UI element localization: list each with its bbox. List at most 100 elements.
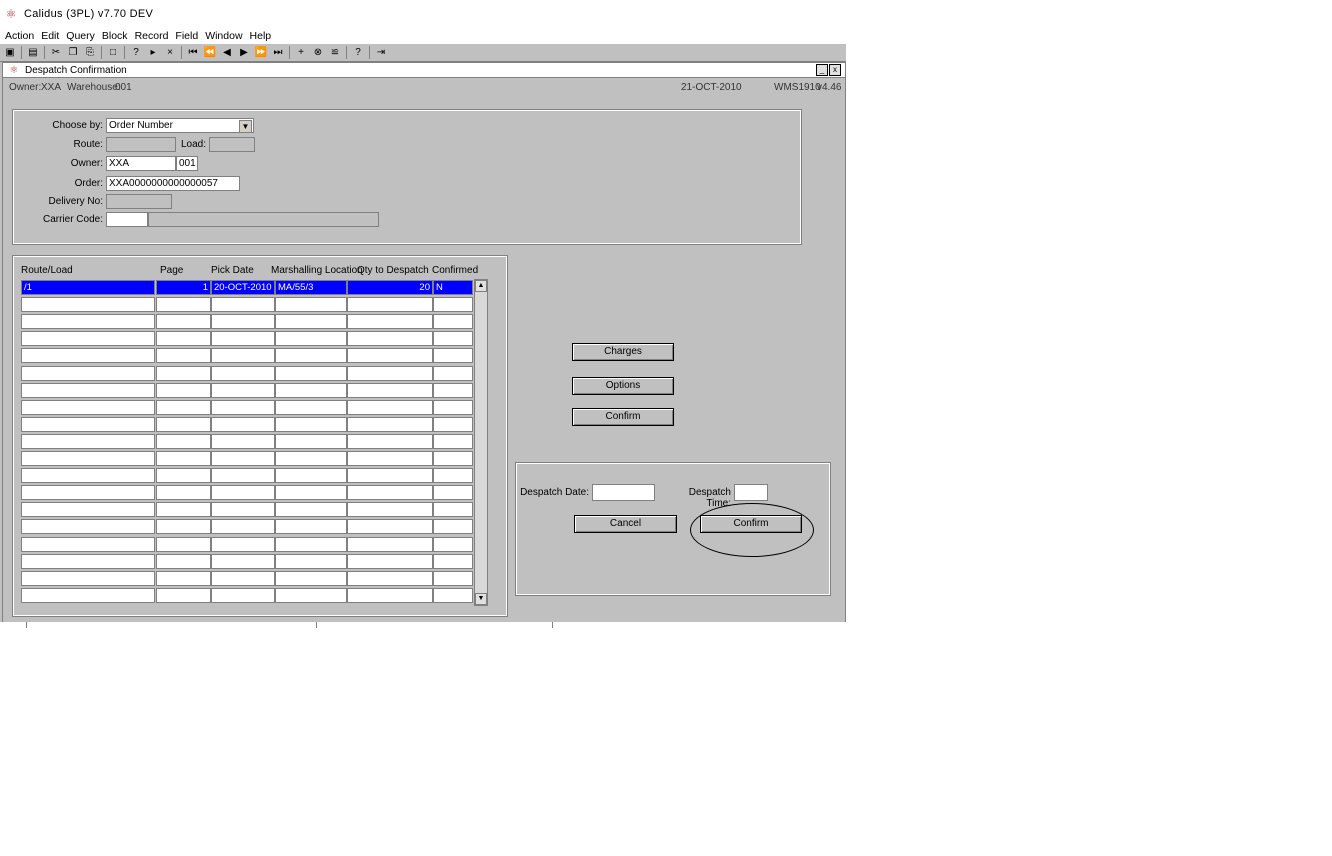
grid-cell-qty-to-despatch[interactable]	[347, 366, 433, 381]
copy-icon[interactable]: ❐	[66, 46, 80, 60]
enter-query-icon[interactable]: ?	[129, 46, 143, 60]
grid-cell-page[interactable]	[156, 366, 211, 381]
grid-cell-pick-date[interactable]	[211, 502, 275, 517]
grid-cell-confirmed[interactable]	[433, 297, 473, 312]
grid-cell-qty-to-despatch[interactable]	[347, 571, 433, 586]
grid-cell-confirmed[interactable]	[433, 571, 473, 586]
print-icon[interactable]: ▤	[26, 46, 40, 60]
grid-cell-route-load[interactable]	[21, 400, 155, 415]
chevron-down-icon[interactable]: ▼	[239, 120, 252, 132]
grid-cell-qty-to-despatch[interactable]: 20	[347, 280, 433, 295]
menu-help[interactable]: Help	[250, 30, 272, 42]
grid-cell-page[interactable]	[156, 502, 211, 517]
grid-cell-page[interactable]	[156, 485, 211, 500]
insert-record-icon[interactable]: +	[294, 46, 308, 60]
grid-cell-route-load[interactable]	[21, 502, 155, 517]
grid-cell-route-load[interactable]	[21, 297, 155, 312]
duplicate-icon[interactable]: ≌	[328, 46, 342, 60]
grid-cell-route-load[interactable]: /1	[21, 280, 155, 295]
cancel-button[interactable]: Cancel	[574, 515, 677, 533]
grid-cell-route-load[interactable]	[21, 434, 155, 449]
order-field[interactable]: XXA0000000000000057	[106, 176, 240, 191]
grid-cell-page[interactable]	[156, 554, 211, 569]
grid-cell-route-load[interactable]	[21, 571, 155, 586]
grid-cell-page[interactable]	[156, 519, 211, 534]
grid-cell-pick-date[interactable]	[211, 434, 275, 449]
last-record-icon[interactable]: ⏭	[271, 46, 285, 60]
menu-query[interactable]: Query	[66, 30, 95, 42]
grid-cell-qty-to-despatch[interactable]	[347, 451, 433, 466]
grid-cell-confirmed[interactable]	[433, 348, 473, 363]
grid-cell-pick-date[interactable]	[211, 451, 275, 466]
grid-cell-route-load[interactable]	[21, 366, 155, 381]
grid-cell-confirmed[interactable]: N	[433, 280, 473, 295]
clear-icon[interactable]: □	[106, 46, 120, 60]
grid-cell-qty-to-despatch[interactable]	[347, 348, 433, 363]
grid-cell-page[interactable]	[156, 434, 211, 449]
grid-cell-pick-date[interactable]	[211, 571, 275, 586]
grid-cell-qty-to-despatch[interactable]	[347, 400, 433, 415]
grid-cell-confirmed[interactable]	[433, 314, 473, 329]
exit-icon[interactable]: ⇥	[374, 46, 388, 60]
owner-sub-field[interactable]: 001	[176, 156, 198, 171]
grid-cell-page[interactable]	[156, 297, 211, 312]
grid-cell-route-load[interactable]	[21, 588, 155, 603]
grid-cell-pick-date[interactable]	[211, 519, 275, 534]
route-field[interactable]	[106, 137, 176, 152]
grid-cell-page[interactable]	[156, 468, 211, 483]
grid-cell-marshalling-location[interactable]	[275, 519, 347, 534]
grid-cell-confirmed[interactable]	[433, 502, 473, 517]
grid-cell-qty-to-despatch[interactable]	[347, 434, 433, 449]
grid-cell-marshalling-location[interactable]	[275, 383, 347, 398]
grid-cell-page[interactable]	[156, 383, 211, 398]
grid-cell-page[interactable]	[156, 348, 211, 363]
help-icon[interactable]: ?	[351, 46, 365, 60]
despatch-time-field[interactable]	[734, 484, 768, 501]
next-set-icon[interactable]: ⏩	[254, 46, 268, 60]
grid-cell-route-load[interactable]	[21, 348, 155, 363]
prev-set-icon[interactable]: ⏪	[203, 46, 217, 60]
grid-cell-marshalling-location[interactable]	[275, 537, 347, 552]
despatch-date-field[interactable]	[592, 484, 655, 501]
grid-cell-confirmed[interactable]	[433, 468, 473, 483]
prev-record-icon[interactable]: ◀	[220, 46, 234, 60]
grid-cell-page[interactable]	[156, 400, 211, 415]
grid-cell-qty-to-despatch[interactable]	[347, 588, 433, 603]
grid-cell-qty-to-despatch[interactable]	[347, 417, 433, 432]
grid-cell-marshalling-location[interactable]	[275, 434, 347, 449]
grid-cell-confirmed[interactable]	[433, 400, 473, 415]
grid-cell-marshalling-location[interactable]	[275, 571, 347, 586]
grid-cell-pick-date[interactable]	[211, 417, 275, 432]
cancel-query-icon[interactable]: ×	[163, 46, 177, 60]
grid-cell-confirmed[interactable]	[433, 451, 473, 466]
menu-action[interactable]: Action	[5, 30, 34, 42]
execute-query-icon[interactable]: ▸	[146, 46, 160, 60]
grid-cell-route-load[interactable]	[21, 451, 155, 466]
paste-icon[interactable]: ⎘	[83, 46, 97, 60]
grid-cell-route-load[interactable]	[21, 417, 155, 432]
grid-cell-qty-to-despatch[interactable]	[347, 331, 433, 346]
grid-cell-qty-to-despatch[interactable]	[347, 314, 433, 329]
delete-record-icon[interactable]: ⊗	[311, 46, 325, 60]
grid-cell-pick-date[interactable]	[211, 366, 275, 381]
grid-cell-marshalling-location[interactable]	[275, 554, 347, 569]
options-button[interactable]: Options	[572, 377, 674, 395]
grid-cell-pick-date[interactable]	[211, 485, 275, 500]
grid-cell-confirmed[interactable]	[433, 417, 473, 432]
grid-cell-route-load[interactable]	[21, 485, 155, 500]
grid-cell-pick-date[interactable]	[211, 554, 275, 569]
grid-cell-page[interactable]	[156, 451, 211, 466]
grid-cell-page[interactable]	[156, 417, 211, 432]
grid-cell-pick-date[interactable]	[211, 314, 275, 329]
grid-cell-marshalling-location[interactable]	[275, 485, 347, 500]
grid-cell-pick-date[interactable]	[211, 588, 275, 603]
grid-cell-confirmed[interactable]	[433, 554, 473, 569]
grid-cell-qty-to-despatch[interactable]	[347, 554, 433, 569]
grid-cell-confirmed[interactable]	[433, 434, 473, 449]
grid-cell-marshalling-location[interactable]: MA/55/3	[275, 280, 347, 295]
carrier-code-field[interactable]	[106, 212, 148, 227]
grid-cell-pick-date[interactable]	[211, 383, 275, 398]
confirm-button[interactable]: Confirm	[572, 408, 674, 426]
grid-cell-marshalling-location[interactable]	[275, 451, 347, 466]
grid-cell-page[interactable]	[156, 588, 211, 603]
